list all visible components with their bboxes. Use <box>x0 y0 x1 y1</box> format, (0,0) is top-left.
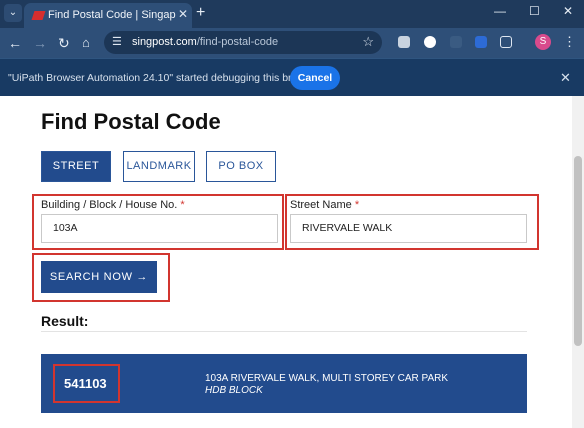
page-scrollbar[interactable] <box>572 96 584 428</box>
extension-icon[interactable] <box>424 36 436 48</box>
street-label: Street Name * <box>290 199 359 211</box>
scrollbar-thumb[interactable] <box>574 156 582 346</box>
tab-list-chevron-icon[interactable]: ⌄ <box>4 4 22 22</box>
reload-icon[interactable]: ↻ <box>58 35 70 51</box>
url-path: /find-postal-code <box>196 36 279 48</box>
infobar-close-icon[interactable]: ✕ <box>560 70 571 86</box>
arrow-right-icon: → <box>136 271 149 283</box>
tab-landmark[interactable]: LANDMARK <box>123 151 195 182</box>
address-bar[interactable]: ☰ singpost.com/find-postal-code ☆ <box>104 31 382 54</box>
singpost-favicon-icon <box>31 11 46 20</box>
home-icon[interactable]: ⌂ <box>82 35 90 51</box>
bookmark-star-icon[interactable]: ☆ <box>362 34 374 50</box>
back-icon[interactable]: ← <box>8 35 22 51</box>
new-tab-icon[interactable]: + <box>196 4 205 22</box>
page-title: Find Postal Code <box>41 109 221 134</box>
profile-avatar[interactable]: S <box>535 34 551 50</box>
uipath-extension-icon[interactable] <box>475 36 487 48</box>
building-label: Building / Block / House No. * <box>41 199 185 211</box>
url-host: singpost.com <box>132 36 197 48</box>
maximize-icon[interactable]: ☐ <box>529 4 540 18</box>
browser-toolbar: ← → ↻ ⌂ ☰ singpost.com/find-postal-code … <box>0 28 584 58</box>
building-input[interactable]: 103A <box>41 214 278 243</box>
cancel-debugging-button[interactable]: Cancel <box>290 66 340 90</box>
result-divider <box>41 331 527 332</box>
forward-icon[interactable]: → <box>33 35 47 51</box>
menu-dots-icon[interactable]: ⋮ <box>563 34 576 50</box>
result-address-type: HDB BLOCK <box>205 385 263 396</box>
result-heading: Result: <box>41 313 89 329</box>
building-label-text: Building / Block / House No. <box>41 199 178 211</box>
url-text: singpost.com/find-postal-code <box>132 36 278 48</box>
street-input[interactable]: RIVERVALE WALK <box>290 214 527 243</box>
browser-tab[interactable]: Find Postal Code | Singapore Pc ✕ <box>24 3 192 28</box>
search-now-button[interactable]: SEARCH NOW → <box>41 261 157 293</box>
debugging-message: "UiPath Browser Automation 24.10" starte… <box>8 72 320 84</box>
tab-title: Find Postal Code | Singapore Pc <box>48 9 176 21</box>
tab-close-icon[interactable]: ✕ <box>178 7 188 21</box>
search-now-label: SEARCH NOW <box>49 271 133 283</box>
extension-icon[interactable] <box>450 36 462 48</box>
minimize-icon[interactable]: — <box>494 4 506 18</box>
street-label-text: Street Name <box>290 199 352 211</box>
required-mark: * <box>354 199 360 211</box>
extension-icon[interactable] <box>398 36 410 48</box>
tab-po-box[interactable]: PO BOX <box>206 151 276 182</box>
tab-street[interactable]: STREET <box>41 151 111 182</box>
browser-tab-strip: ⌄ Find Postal Code | Singapore Pc ✕ + — … <box>0 0 584 28</box>
debugging-infobar: "UiPath Browser Automation 24.10" starte… <box>0 58 584 96</box>
postal-code-highlight <box>53 364 120 403</box>
result-address: 103A RIVERVALE WALK, MULTI STOREY CAR PA… <box>205 373 449 384</box>
close-window-icon[interactable]: ✕ <box>563 4 573 18</box>
site-info-icon[interactable]: ☰ <box>112 35 122 48</box>
extensions-puzzle-icon[interactable] <box>500 36 512 48</box>
page-content: Find Postal Code STREET LANDMARK PO BOX … <box>0 96 584 428</box>
required-mark: * <box>180 199 185 211</box>
